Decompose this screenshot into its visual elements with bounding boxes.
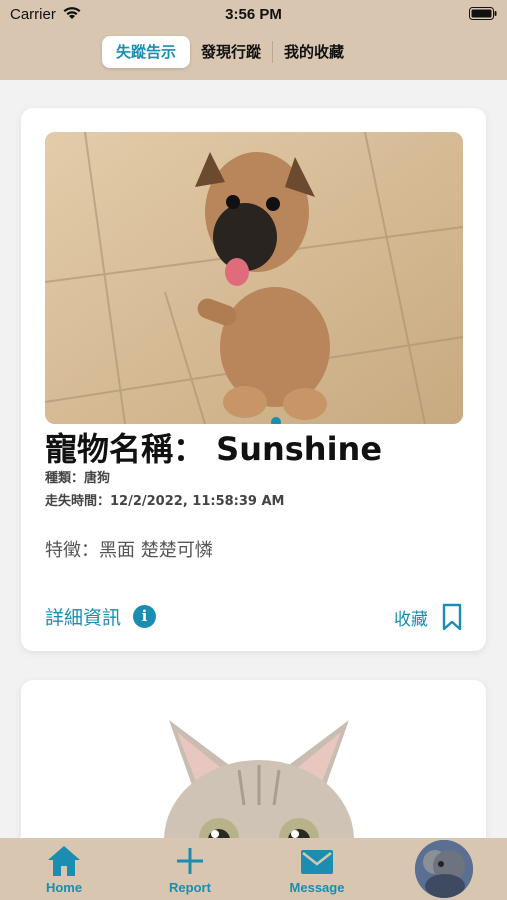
battery-icon [469, 7, 497, 20]
segmented-control: 失蹤告示 發現行蹤 我的收藏 [102, 33, 402, 71]
tab-found-sightings[interactable]: 發現行蹤 [190, 36, 272, 68]
clock: 3:56 PM [225, 6, 282, 23]
notice-feed[interactable]: 寵物名稱： Sunshine 種類：唐狗 走失時間：12/2/2022, 11:… [0, 80, 507, 838]
profile-avatar[interactable] [415, 840, 473, 898]
avatar-image [415, 840, 473, 898]
favorite-label: 收藏 [394, 609, 428, 630]
pet-name: 寵物名稱： Sunshine [45, 430, 383, 468]
tab-home-label: Home [45, 880, 83, 895]
page-indicator [271, 417, 281, 424]
cat-image [164, 720, 354, 838]
tab-message[interactable]: Message [267, 844, 367, 895]
info-icon: i [133, 605, 157, 628]
tab-missing-notices[interactable]: 失蹤告示 [102, 36, 191, 68]
tab-message-label: Message [289, 880, 345, 895]
tab-home[interactable]: Home [14, 844, 114, 895]
tab-report[interactable]: Report [140, 844, 240, 895]
tab-report-label: Report [169, 880, 211, 895]
home-icon [48, 846, 80, 876]
pet-kind: 種類：唐狗 [45, 471, 111, 486]
details-button[interactable]: 詳細資訊 i [45, 603, 157, 630]
puppy-image [45, 132, 463, 424]
favorite-button[interactable]: 收藏 [394, 603, 462, 631]
details-label: 詳細資訊 [45, 607, 122, 629]
bottom-tab-bar: Home Report Message [0, 838, 507, 900]
mail-icon [301, 850, 333, 874]
pet-card[interactable]: 寵物名稱： Sunshine 種類：唐狗 走失時間：12/2/2022, 11:… [21, 108, 486, 651]
lost-time: 走失時間：12/2/2022, 11:58:39 AM [45, 494, 285, 509]
bookmark-icon [442, 603, 462, 631]
tab-my-favorites[interactable]: 我的收藏 [273, 36, 355, 68]
plus-icon [177, 848, 203, 874]
top-bar: Carrier 3:56 PM 失蹤告示 發現行蹤 我的收藏 [0, 0, 507, 80]
pet-card[interactable] [21, 680, 486, 838]
status-bar: Carrier 3:56 PM [0, 0, 507, 28]
pet-photo[interactable] [45, 132, 463, 424]
pet-feature: 特徵：黑面 楚楚可憐 [45, 540, 213, 561]
